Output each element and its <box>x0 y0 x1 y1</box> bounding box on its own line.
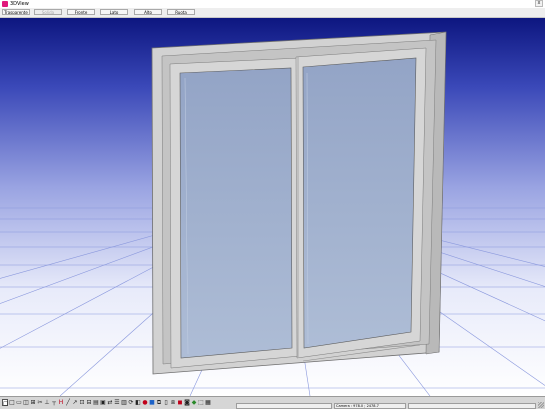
cut-icon[interactable]: ◫ <box>23 399 29 406</box>
panel-icon[interactable]: ▥ <box>121 399 127 406</box>
3d-scene[interactable] <box>0 18 545 396</box>
solid-button[interactable]: Solida <box>34 9 62 15</box>
ruler-icon[interactable]: ↗ <box>72 399 78 406</box>
window-frame[interactable] <box>151 31 447 375</box>
handle-icon[interactable]: ┬ <box>51 399 57 406</box>
select-icon[interactable]: ▢ <box>2 399 9 407</box>
app-icon <box>2 1 8 7</box>
camera-coordinates: Camera : 978.0 ; 2478.7 <box>334 403 406 409</box>
bottom-toolbar: ▢ □ ▭ ◫ ⊞ ✂ ⊥ ┬ H ╱ ↗ ⊡ ⊟ ▤ ▣ ⇄ ☰ ▥ ⟳ ◧ … <box>0 396 545 409</box>
window-title: 3DView <box>10 1 29 7</box>
pen-icon[interactable]: H <box>58 399 64 406</box>
duplicate-icon[interactable]: ⧈ <box>170 399 176 406</box>
window-icon[interactable]: ⧉ <box>156 399 162 406</box>
grid-icon[interactable]: ⊡ <box>79 399 85 406</box>
lock-icon[interactable]: ◙ <box>184 399 190 406</box>
rotate-icon[interactable]: ⟳ <box>128 399 134 406</box>
left-glass <box>179 67 293 359</box>
side-button[interactable]: Lato <box>100 9 128 15</box>
arrows-icon[interactable]: ⇄ <box>107 399 113 406</box>
top-button[interactable]: Alto <box>134 9 162 15</box>
measure-icon[interactable]: ⊞ <box>30 399 36 406</box>
box-icon[interactable]: ◧ <box>135 399 141 406</box>
save-icon[interactable]: ◼ <box>177 399 183 406</box>
page-icon[interactable]: ▯ <box>163 399 169 406</box>
cube-icon[interactable]: ◆ <box>191 399 197 406</box>
3d-viewport[interactable] <box>0 18 545 396</box>
record-icon[interactable]: ● <box>142 399 148 406</box>
table-icon[interactable]: ⊟ <box>86 399 92 406</box>
copy-icon[interactable]: □ <box>9 399 15 406</box>
print-icon[interactable]: ▦ <box>205 399 211 406</box>
scissors-icon[interactable]: ✂ <box>37 399 43 406</box>
align-icon[interactable]: ⊥ <box>44 399 50 406</box>
layers-icon[interactable]: ☰ <box>114 399 120 406</box>
transparent-button[interactable]: Trasparente <box>2 9 30 15</box>
line-icon[interactable]: ╱ <box>65 399 71 406</box>
status-field-right <box>408 403 536 409</box>
color-icon[interactable]: ■ <box>149 399 155 406</box>
status-field-left <box>236 403 332 409</box>
close-button[interactable]: x <box>535 0 543 7</box>
resize-grip[interactable] <box>538 402 544 408</box>
right-glass <box>302 57 417 349</box>
frame-icon[interactable]: ▤ <box>93 399 99 406</box>
paste-icon[interactable]: ▭ <box>16 399 22 406</box>
export-icon[interactable]: ⬚ <box>198 399 204 406</box>
view-toolbar: Trasparente Solida Fronte Lato Alto Ruot… <box>0 8 545 18</box>
front-button[interactable]: Fronte <box>67 9 95 15</box>
rectangle-icon[interactable]: ▣ <box>100 399 106 406</box>
rotate-button[interactable]: Ruota <box>167 9 195 15</box>
